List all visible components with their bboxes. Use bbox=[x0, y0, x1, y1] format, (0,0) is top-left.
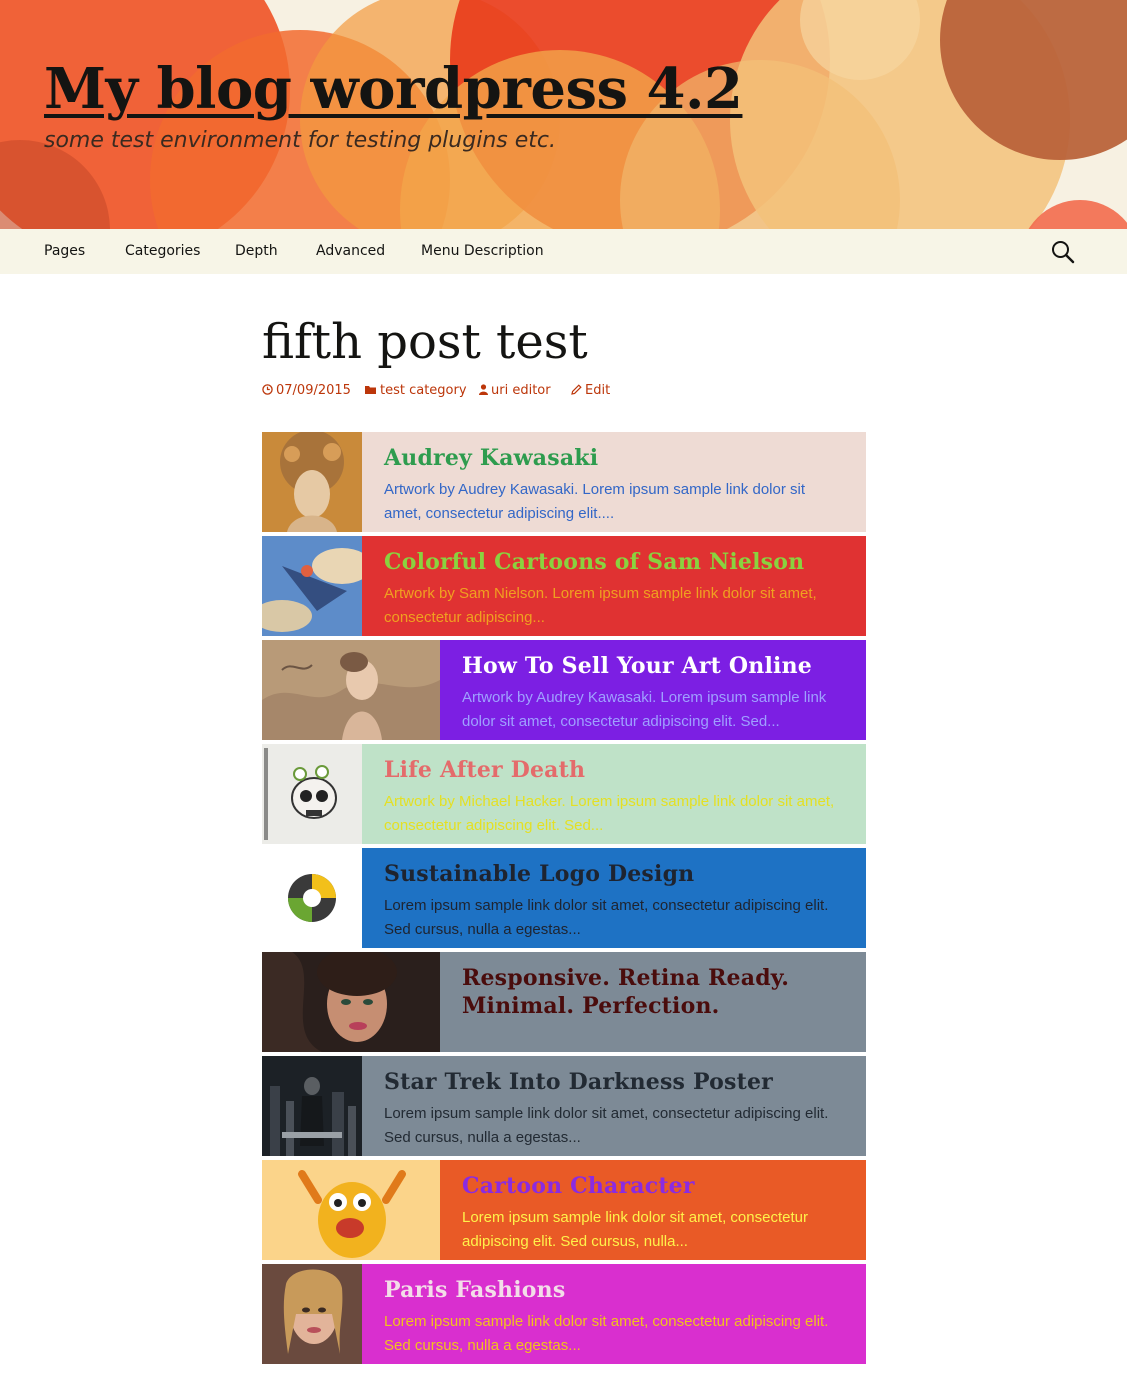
nav-item-depth[interactable]: Depth bbox=[235, 229, 278, 274]
post-date: 07/09/2015 bbox=[276, 383, 351, 398]
nav-item-pages[interactable]: Pages bbox=[44, 229, 85, 274]
card-body: How To Sell Your Art Online Artwork by A… bbox=[440, 640, 866, 740]
card-title[interactable]: Audrey Kawasaki bbox=[384, 444, 850, 472]
site-header: My blog wordpress 4.2 some test environm… bbox=[0, 0, 1127, 229]
card-body: Paris Fashions Lorem ipsum sample link d… bbox=[362, 1264, 866, 1364]
sketch-woman-thumbnail bbox=[262, 640, 440, 740]
card-life-after-death[interactable]: Life After Death Artwork by Michael Hack… bbox=[262, 744, 866, 844]
edit-label: Edit bbox=[585, 383, 611, 398]
yellow-monster-thumbnail bbox=[262, 1160, 440, 1260]
card-title[interactable]: Cartoon Character bbox=[462, 1172, 850, 1200]
pencil-icon bbox=[571, 384, 582, 395]
card-body: Life After Death Artwork by Michael Hack… bbox=[362, 744, 866, 844]
card-excerpt: Lorem ipsum sample link dolor sit amet, … bbox=[384, 1313, 829, 1354]
card-body: Sustainable Logo Design Lorem ipsum samp… bbox=[362, 848, 866, 948]
folder-icon bbox=[365, 386, 376, 394]
post-category: test category bbox=[380, 383, 467, 398]
card-excerpt: Artwork by Audrey Kawasaki. Lorem ipsum … bbox=[384, 481, 805, 522]
recycle-logo-thumbnail bbox=[262, 848, 362, 948]
search-icon[interactable] bbox=[1050, 239, 1076, 265]
main-navigation: Pages Categories Depth Advanced Menu Des… bbox=[0, 229, 1127, 274]
user-icon bbox=[479, 384, 488, 395]
clock-icon bbox=[262, 384, 273, 395]
post-author-link[interactable]: uri editor bbox=[479, 383, 551, 398]
portrait-painting-thumbnail bbox=[262, 432, 362, 532]
card-excerpt: Artwork by Sam Nielson. Lorem ipsum samp… bbox=[384, 585, 817, 626]
card-title[interactable]: Responsive. Retina Ready. Minimal. Perfe… bbox=[462, 964, 850, 1020]
flying-creature-thumbnail bbox=[262, 536, 362, 636]
card-excerpt: Artwork by Audrey Kawasaki. Lorem ipsum … bbox=[462, 689, 827, 730]
card-audrey-kawasaki[interactable]: Audrey Kawasaki Artwork by Audrey Kawasa… bbox=[262, 432, 866, 532]
post-title: fifth post test bbox=[262, 314, 588, 370]
nav-item-advanced[interactable]: Advanced bbox=[316, 229, 385, 274]
post-author: uri editor bbox=[491, 383, 551, 398]
card-title[interactable]: Life After Death bbox=[384, 756, 850, 784]
site-title[interactable]: My blog wordpress 4.2 bbox=[44, 54, 743, 124]
woman-portrait-thumbnail bbox=[262, 952, 440, 1052]
site-description: some test environment for testing plugin… bbox=[44, 128, 556, 153]
card-title[interactable]: Paris Fashions bbox=[384, 1276, 850, 1304]
card-title[interactable]: How To Sell Your Art Online bbox=[462, 652, 850, 680]
card-title[interactable]: Colorful Cartoons of Sam Nielson bbox=[384, 548, 850, 576]
nav-item-categories[interactable]: Categories bbox=[125, 229, 200, 274]
card-body: Audrey Kawasaki Artwork by Audrey Kawasa… bbox=[362, 432, 866, 532]
card-excerpt: Lorem ipsum sample link dolor sit amet, … bbox=[384, 897, 829, 938]
card-sustainable-logo[interactable]: Sustainable Logo Design Lorem ipsum samp… bbox=[262, 848, 866, 948]
card-body: Responsive. Retina Ready. Minimal. Perfe… bbox=[440, 952, 866, 1052]
card-how-to-sell-art[interactable]: How To Sell Your Art Online Artwork by A… bbox=[262, 640, 866, 740]
nav-item-menu-description[interactable]: Menu Description bbox=[421, 229, 544, 274]
fashion-portrait-thumbnail bbox=[262, 1264, 362, 1364]
card-excerpt: Lorem ipsum sample link dolor sit amet, … bbox=[384, 1105, 829, 1146]
card-body: Cartoon Character Lorem ipsum sample lin… bbox=[440, 1160, 866, 1260]
card-body: Colorful Cartoons of Sam Nielson Artwork… bbox=[362, 536, 866, 636]
card-star-trek-poster[interactable]: Star Trek Into Darkness Poster Lorem ips… bbox=[262, 1056, 866, 1156]
card-excerpt: Lorem ipsum sample link dolor sit amet, … bbox=[462, 1209, 808, 1250]
edit-post-link[interactable]: Edit bbox=[571, 383, 610, 398]
card-paris-fashions[interactable]: Paris Fashions Lorem ipsum sample link d… bbox=[262, 1264, 866, 1364]
post-category-link[interactable]: test category bbox=[365, 383, 467, 398]
card-title[interactable]: Sustainable Logo Design bbox=[384, 860, 850, 888]
card-responsive-retina[interactable]: Responsive. Retina Ready. Minimal. Perfe… bbox=[262, 952, 866, 1052]
card-excerpt: Artwork by Michael Hacker. Lorem ipsum s… bbox=[384, 793, 835, 834]
card-colorful-cartoons[interactable]: Colorful Cartoons of Sam Nielson Artwork… bbox=[262, 536, 866, 636]
card-body: Star Trek Into Darkness Poster Lorem ips… bbox=[362, 1056, 866, 1156]
movie-poster-thumbnail bbox=[262, 1056, 362, 1156]
card-cartoon-character[interactable]: Cartoon Character Lorem ipsum sample lin… bbox=[262, 1160, 866, 1260]
card-title[interactable]: Star Trek Into Darkness Poster bbox=[384, 1068, 850, 1096]
skull-flowers-thumbnail bbox=[262, 744, 362, 844]
post-date-link[interactable]: 07/09/2015 bbox=[262, 383, 351, 398]
